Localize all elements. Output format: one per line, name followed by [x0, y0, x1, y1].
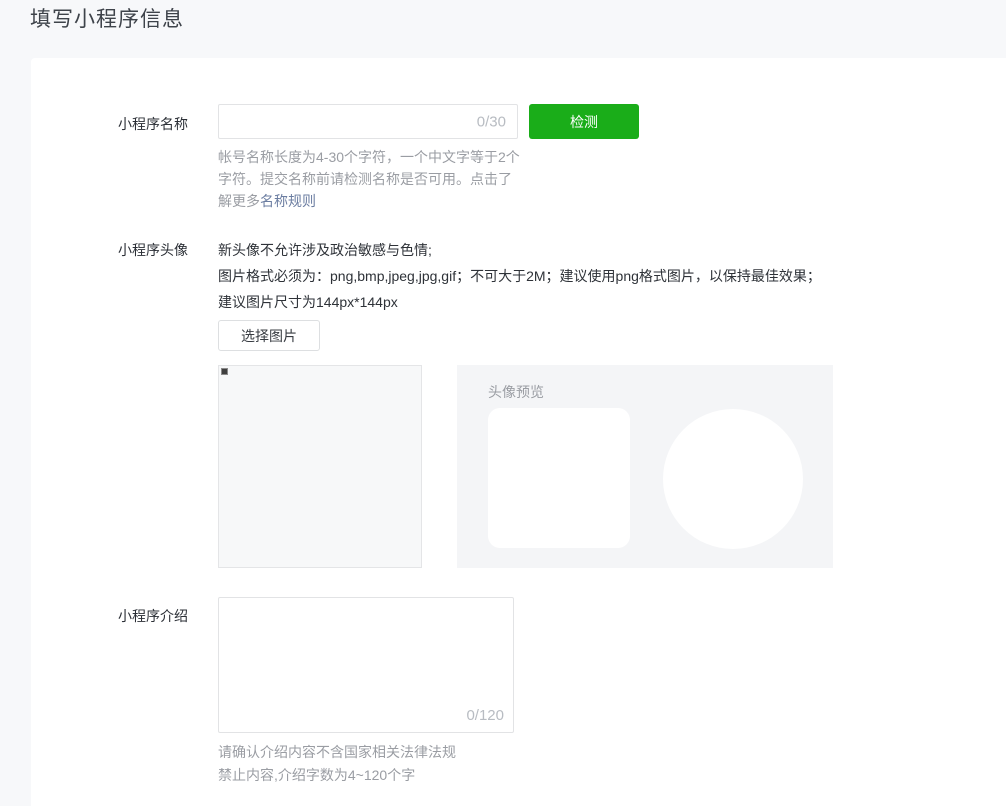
avatar-preview-title: 头像预览	[488, 382, 544, 402]
check-name-button[interactable]: 检测	[529, 104, 639, 139]
avatar-preview-circle	[663, 409, 803, 549]
avatar-rule-line2: 图片格式必须为：png,bmp,jpeg,jpg,gif；不可大于2M；建议使用…	[218, 263, 822, 315]
choose-image-button[interactable]: 选择图片	[218, 320, 320, 351]
avatar-field-label: 小程序头像	[118, 240, 188, 260]
avatar-rule-line1: 新头像不允许涉及政治敏感与色情;	[218, 237, 822, 263]
name-input-wrap: 0/30	[218, 104, 518, 139]
intro-help-text: 请确认介绍内容不含国家相关法律法规 禁止内容,介绍字数为4~120个字	[218, 741, 456, 787]
intro-textarea[interactable]	[218, 597, 514, 733]
avatar-rules-text: 新头像不允许涉及政治敏感与色情; 图片格式必须为：png,bmp,jpeg,jp…	[218, 237, 822, 315]
intro-help-line2: 禁止内容,介绍字数为4~120个字	[218, 764, 456, 787]
page-title: 填写小程序信息	[30, 3, 184, 33]
name-help-text: 帐号名称长度为4-30个字符，一个中文字等于2个字符。提交名称前请检测名称是否可…	[218, 146, 522, 212]
intro-help-line1: 请确认介绍内容不含国家相关法律法规	[218, 741, 456, 764]
mini-program-info-page: 填写小程序信息 小程序名称 0/30 检测 帐号名称长度为4-30个字符，一个中…	[0, 0, 1006, 806]
avatar-upload-preview-box[interactable]	[218, 365, 422, 568]
avatar-preview-square	[488, 408, 630, 548]
intro-textarea-wrap: 0/120	[218, 597, 514, 733]
avatar-thumbnail-image	[221, 368, 228, 375]
intro-field-label: 小程序介绍	[118, 606, 188, 626]
name-input[interactable]	[218, 104, 518, 139]
avatar-preview-panel: 头像预览	[457, 365, 833, 568]
name-rules-link[interactable]: 名称规则	[260, 193, 316, 209]
name-field-label: 小程序名称	[118, 114, 188, 134]
